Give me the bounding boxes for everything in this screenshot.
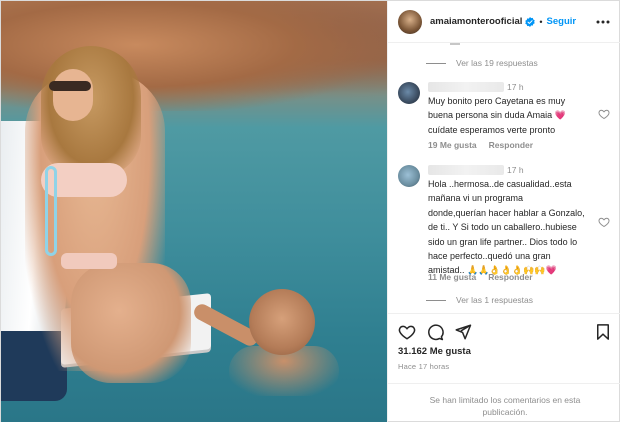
photo-sunglasses (49, 81, 91, 91)
comment-header: 17 h (428, 165, 524, 175)
reply-button[interactable]: Responder (489, 140, 533, 150)
more-options-icon[interactable] (594, 15, 612, 29)
photo-boat-rail (45, 166, 57, 256)
comment-likes[interactable]: 11 Me gusta (428, 272, 476, 282)
photo-woman-face (53, 69, 93, 121)
photo-bikini-bottom (61, 253, 117, 269)
share-send-icon[interactable] (454, 323, 472, 341)
view-replies-link-top[interactable]: Ver las 19 respuestas (426, 58, 538, 68)
comment-bubble-icon[interactable] (426, 323, 444, 341)
follow-button[interactable]: Seguir (547, 16, 577, 27)
post-username[interactable]: amaiamonterooficial (430, 16, 522, 27)
comment-text: Muy bonito pero Cayetana es muy buena pe… (428, 96, 566, 135)
like-heart-icon[interactable] (398, 323, 416, 341)
comment-time[interactable]: 17 h (507, 165, 524, 175)
photo-man-head (249, 289, 315, 355)
scroll-remnant (450, 43, 460, 45)
photo-woman-legs (71, 263, 191, 383)
comment-likes[interactable]: 19 Me gusta (428, 140, 477, 150)
comment-meta: 11 Me gusta Responder (428, 272, 533, 282)
action-icons (398, 323, 612, 341)
comments-limited-notice: Se han limitado los comentarios en esta … (388, 383, 620, 422)
comments-list[interactable]: Ver las 19 respuestas 17 h Muy bonito pe… (388, 43, 620, 313)
reply-button[interactable]: Responder (488, 272, 532, 282)
comment-header: 17 h (428, 82, 524, 92)
post-timestamp[interactable]: Hace 17 horas (398, 362, 449, 371)
heart-icon[interactable] (598, 108, 610, 120)
replies-line (426, 299, 446, 301)
post-header: amaiamonterooficial • Seguir (388, 1, 620, 43)
instagram-post: amaiamonterooficial • Seguir Ver las 19 … (0, 0, 620, 422)
comment-text: Hola ..hermosa..de casualidad..esta maña… (428, 179, 585, 276)
view-replies-label: Ver las 1 respuestas (456, 295, 534, 305)
avatar[interactable] (398, 9, 422, 34)
comment-meta: 19 Me gusta Responder (428, 140, 533, 150)
avatar[interactable] (398, 165, 420, 187)
bookmark-icon[interactable] (594, 323, 612, 341)
heart-icon[interactable] (598, 216, 610, 228)
replies-line (426, 62, 446, 64)
blurred-username[interactable] (428, 82, 504, 92)
post-actions: 31.162 Me gusta Hace 17 horas Se han lim… (388, 313, 620, 422)
avatar[interactable] (398, 82, 420, 104)
verified-badge-icon (525, 16, 536, 27)
view-replies-link-bottom[interactable]: Ver las 1 respuestas (426, 295, 533, 305)
likes-count[interactable]: 31.162 Me gusta (398, 346, 471, 357)
post-sidebar: amaiamonterooficial • Seguir Ver las 19 … (387, 1, 620, 422)
header-separator: • (539, 16, 543, 27)
comment-time[interactable]: 17 h (507, 82, 524, 92)
blurred-username[interactable] (428, 165, 504, 175)
view-replies-label: Ver las 19 respuestas (456, 58, 538, 68)
post-photo[interactable] (1, 1, 387, 422)
